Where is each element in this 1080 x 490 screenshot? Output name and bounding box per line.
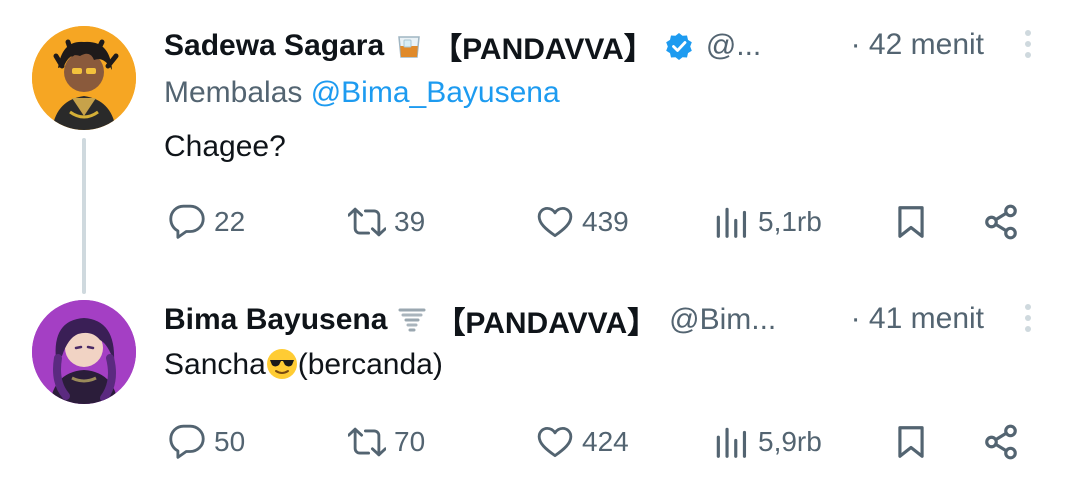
reply-count: 50 xyxy=(214,426,246,457)
bookmark-button[interactable] xyxy=(892,200,930,244)
repost-icon xyxy=(348,427,386,457)
more-options-icon[interactable] xyxy=(1020,300,1036,340)
author-name[interactable]: Sadewa Sagara xyxy=(164,29,384,63)
views-count: 5,1rb xyxy=(758,206,822,237)
reply-prefix: Membalas xyxy=(164,76,311,109)
tweet-text-part: (bercanda) xyxy=(297,348,443,381)
reply-button[interactable]: 22 xyxy=(168,200,245,244)
heart-icon xyxy=(537,426,573,458)
thread-connector-line xyxy=(82,138,86,294)
tweet-header: Bima Bayusena 【PANDAVVA】 @Bim... xyxy=(164,300,776,340)
reply-count: 22 xyxy=(214,206,246,237)
tumbler-glass-emoji-icon xyxy=(394,31,424,61)
bookmark-icon xyxy=(898,206,924,238)
repost-count: 39 xyxy=(394,206,426,237)
avatar[interactable] xyxy=(32,26,136,130)
sunglasses-face-emoji-icon xyxy=(266,348,298,380)
reply-mention-link[interactable]: @Bima_Bayusena xyxy=(311,76,560,109)
tweet-actions: 50 70 424 5,9rb xyxy=(164,420,1044,464)
reply-button[interactable]: 50 xyxy=(168,420,245,464)
heart-icon xyxy=(537,206,573,238)
tweet[interactable]: Sadewa Sagara 【PANDAVVA】 @... · 42 menit… xyxy=(0,0,1080,294)
tornado-emoji-icon xyxy=(397,305,427,335)
like-count: 424 xyxy=(582,426,629,457)
avatar-illustration xyxy=(32,300,136,404)
views-chart-icon xyxy=(716,427,747,458)
reply-icon xyxy=(169,424,205,459)
tweet-timestamp[interactable]: · 42 menit xyxy=(851,28,984,62)
repost-icon xyxy=(348,207,386,237)
share-button[interactable] xyxy=(982,420,1020,464)
author-tag: 【PANDAVVA】 xyxy=(435,307,658,340)
tweet-header: Sadewa Sagara 【PANDAVVA】 @... xyxy=(164,26,761,66)
repost-button[interactable]: 39 xyxy=(348,200,425,244)
bookmark-button[interactable] xyxy=(892,420,930,464)
tweet[interactable]: Bima Bayusena 【PANDAVVA】 @Bim... · 41 me… xyxy=(0,280,1080,490)
author-handle[interactable]: @... xyxy=(706,29,761,63)
like-button[interactable]: 439 xyxy=(536,200,629,244)
avatar-illustration xyxy=(32,26,136,130)
like-button[interactable]: 424 xyxy=(536,420,629,464)
views-button[interactable]: 5,9rb xyxy=(712,420,822,464)
tweet-text: Chagee? xyxy=(164,130,286,163)
share-icon xyxy=(985,424,1017,460)
views-chart-icon xyxy=(716,207,747,238)
tweet-text-part: Sancha xyxy=(164,348,266,381)
tweet-actions: 22 39 439 5,1rb xyxy=(164,200,1044,244)
share-icon xyxy=(985,204,1017,240)
like-count: 439 xyxy=(582,206,629,237)
reply-icon xyxy=(169,204,205,239)
more-options-icon[interactable] xyxy=(1020,26,1036,66)
repost-count: 70 xyxy=(394,426,426,457)
share-button[interactable] xyxy=(982,200,1020,244)
repost-button[interactable]: 70 xyxy=(348,420,425,464)
author-handle[interactable]: @Bim... xyxy=(669,303,776,337)
author-tag: 【PANDAVVA】 xyxy=(432,33,654,66)
verified-badge-icon xyxy=(664,31,694,61)
tweet-text: Sancha (bercanda) xyxy=(164,348,443,382)
reply-context: Membalas @Bima_Bayusena xyxy=(164,76,560,110)
author-name[interactable]: Bima Bayusena xyxy=(164,303,387,337)
avatar[interactable] xyxy=(32,300,136,404)
views-button[interactable]: 5,1rb xyxy=(712,200,822,244)
views-count: 5,9rb xyxy=(758,426,822,457)
bookmark-icon xyxy=(898,426,924,458)
tweet-timestamp[interactable]: · 41 menit xyxy=(851,302,984,336)
